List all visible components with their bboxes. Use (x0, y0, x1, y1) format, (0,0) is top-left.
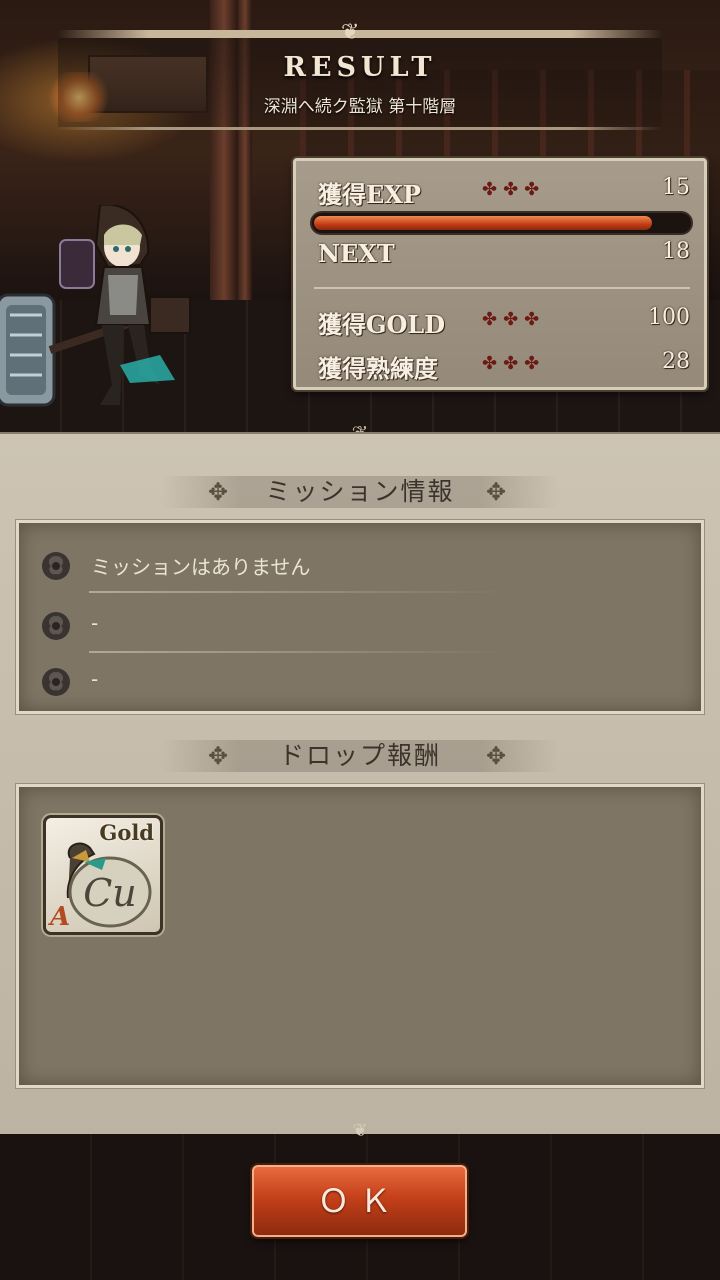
ornament-icon: ✥ (486, 478, 507, 506)
divider (314, 287, 690, 289)
rose-icon (42, 552, 70, 580)
drop-box: Cu Gold A (16, 784, 704, 1088)
mission-item: - (19, 653, 699, 709)
mission-text: ミッションはありません (91, 555, 311, 579)
mission-item: - (19, 597, 699, 653)
dots-icon: ✤✤✤ (482, 179, 546, 200)
mission-box: ミッションはありません - - (16, 520, 704, 714)
ok-button[interactable]: ＯＫ (252, 1165, 467, 1237)
mission-title: ミッション情報 (265, 477, 455, 506)
reward-rank: A (50, 902, 71, 932)
ornament-icon: ✥ (486, 742, 507, 770)
rose-icon (42, 668, 70, 696)
gold-row: 獲得GOLD ✤✤✤ 100 (318, 305, 690, 339)
exp-label: 獲得EXP (318, 180, 421, 209)
ornament-icon: ✥ (208, 478, 229, 506)
gold-label: 獲得GOLD (318, 310, 446, 339)
mission-item: ミッションはありません (19, 537, 699, 593)
mission-text: - (91, 611, 99, 635)
proficiency-row: 獲得熟練度 ✤✤✤ 28 (318, 349, 690, 383)
ornament-icon: ❦ (352, 1120, 368, 1141)
svg-text:Cu: Cu (83, 871, 137, 915)
reward-item[interactable]: Cu Gold A (43, 815, 163, 935)
mission-text: - (91, 667, 99, 691)
exp-row: 獲得EXP ✤✤✤ 15 (318, 175, 690, 209)
drop-section-title: ✥ ドロップ報酬 ✥ (0, 736, 720, 776)
next-row: NEXT 18 (318, 239, 690, 273)
result-parchment: ✥ ミッション情報 ✥ ミッションはありません - - ✥ ドロップ報酬 ✥ C… (0, 432, 720, 1134)
rose-icon (42, 612, 70, 640)
exp-progress-fill (314, 216, 652, 230)
character-sprite (0, 205, 191, 407)
stats-panel: 獲得EXP ✤✤✤ 15 NEXT 18 獲得GOLD ✤✤✤ 100 獲得熟練… (293, 158, 707, 390)
exp-value: 15 (662, 175, 690, 200)
proficiency-value: 28 (662, 349, 690, 374)
dots-icon: ✤✤✤ (482, 309, 546, 330)
ornament-icon: ❦ (341, 20, 360, 45)
next-label: NEXT (318, 239, 395, 268)
ornament-icon: ✥ (208, 742, 229, 770)
exp-progress-bar (310, 211, 693, 235)
drop-title: ドロップ報酬 (278, 741, 441, 770)
reward-label: Gold (99, 820, 154, 845)
dots-icon: ✤✤✤ (482, 353, 546, 374)
stage-name: 深淵へ続ク監獄 第十階層 (263, 97, 457, 117)
proficiency-label: 獲得熟練度 (318, 354, 438, 383)
mission-section-title: ✥ ミッション情報 ✥ (0, 472, 720, 512)
next-value: 18 (662, 239, 690, 264)
result-title: RESULT (283, 52, 437, 83)
battle-scene: ❦ RESULT 深淵へ続ク監獄 第十階層 獲得EXP ✤✤✤ 15 NEXT … (0, 0, 720, 432)
gold-value: 100 (648, 305, 690, 330)
